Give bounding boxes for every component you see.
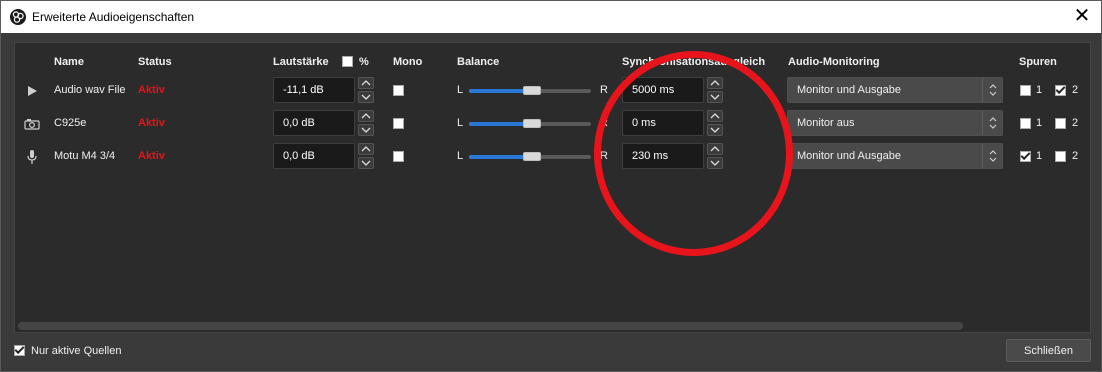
- track-2-checkbox[interactable]: [1055, 85, 1066, 96]
- window-title: Erweiterte Audioeigenschaften: [32, 10, 195, 24]
- track-1-checkbox[interactable]: [1020, 85, 1031, 96]
- column-header-audio-monitoring: Audio-Monitoring: [788, 56, 880, 68]
- updown-chevron-icon: [982, 144, 1002, 168]
- track-1-label: 1: [1036, 150, 1043, 162]
- stepper-down-icon[interactable]: [358, 157, 374, 169]
- balance-right-label: R: [600, 84, 608, 96]
- sync-offset-stepper[interactable]: [707, 143, 723, 169]
- sync-offset-input[interactable]: 5000 ms: [622, 77, 704, 103]
- column-header-sync-offset: Synchronisationsausgleich: [622, 56, 766, 68]
- volume-input[interactable]: 0,0 dB: [273, 143, 355, 169]
- sync-offset-stepper[interactable]: [707, 110, 723, 136]
- balance-right-label: R: [600, 150, 608, 162]
- close-button[interactable]: Schließen: [1006, 339, 1091, 362]
- stepper-up-icon[interactable]: [707, 77, 723, 89]
- track-1-checkbox[interactable]: [1020, 118, 1031, 129]
- stepper-down-icon[interactable]: [707, 91, 723, 103]
- balance-left-label: L: [457, 84, 464, 96]
- stepper-down-icon[interactable]: [358, 91, 374, 103]
- stepper-up-icon[interactable]: [707, 110, 723, 122]
- volume-stepper[interactable]: [358, 77, 374, 103]
- stepper-down-icon[interactable]: [358, 124, 374, 136]
- monitoring-select-value: Monitor aus: [797, 117, 855, 129]
- slider-handle[interactable]: [523, 86, 541, 95]
- volume-stepper[interactable]: [358, 143, 374, 169]
- stepper-up-icon[interactable]: [707, 143, 723, 155]
- source-name: Motu M4 3/4: [54, 150, 116, 162]
- stepper-up-icon[interactable]: [358, 143, 374, 155]
- column-header-balance: Balance: [457, 56, 500, 68]
- track-2-label: 2: [1072, 150, 1079, 162]
- stepper-up-icon[interactable]: [358, 110, 374, 122]
- play-icon: [24, 83, 40, 99]
- volume-stepper[interactable]: [358, 110, 374, 136]
- updown-chevron-icon: [982, 111, 1002, 135]
- volume-percent-checkbox[interactable]: [342, 56, 353, 67]
- title-bar: Erweiterte Audioeigenschaften ✕: [1, 1, 1101, 33]
- status-badge: Aktiv: [138, 84, 165, 96]
- sync-offset-input[interactable]: 0 ms: [622, 110, 704, 136]
- track-2-checkbox[interactable]: [1055, 151, 1066, 162]
- column-header-volume: Lautstärke: [273, 56, 329, 68]
- camera-icon: [24, 116, 40, 132]
- updown-chevron-icon: [982, 78, 1002, 102]
- volume-input[interactable]: -11,1 dB: [273, 77, 355, 103]
- column-header-tracks: Spuren: [1019, 56, 1057, 68]
- balance-left-label: L: [457, 150, 464, 162]
- monitoring-select[interactable]: Monitor und Ausgabe: [787, 143, 1003, 169]
- slider-handle[interactable]: [523, 119, 541, 128]
- only-active-sources-label: Nur aktive Quellen: [31, 345, 122, 357]
- track-1-label: 1: [1036, 117, 1043, 129]
- sync-offset-stepper[interactable]: [707, 77, 723, 103]
- monitoring-select[interactable]: Monitor aus: [787, 110, 1003, 136]
- track-1-checkbox[interactable]: [1020, 151, 1031, 162]
- track-2-checkbox[interactable]: [1055, 118, 1066, 129]
- balance-slider[interactable]: [469, 152, 591, 161]
- track-2-label: 2: [1072, 84, 1079, 96]
- balance-right-label: R: [600, 117, 608, 129]
- microphone-icon: [24, 149, 40, 165]
- balance-slider[interactable]: [469, 119, 591, 128]
- column-header-status: Status: [138, 56, 172, 68]
- sync-offset-input[interactable]: 230 ms: [622, 143, 704, 169]
- window-close-icon[interactable]: ✕: [1071, 5, 1093, 27]
- stepper-down-icon[interactable]: [707, 124, 723, 136]
- slider-handle[interactable]: [523, 152, 541, 161]
- column-header-mono: Mono: [393, 56, 423, 68]
- monitoring-select-value: Monitor und Ausgabe: [797, 84, 901, 96]
- stepper-down-icon[interactable]: [707, 157, 723, 169]
- volume-input[interactable]: 0,0 dB: [273, 110, 355, 136]
- stepper-up-icon[interactable]: [358, 77, 374, 89]
- mono-checkbox[interactable]: [393, 151, 404, 162]
- horizontal-scrollbar[interactable]: [18, 322, 963, 330]
- column-header-percent: %: [359, 56, 369, 68]
- status-badge: Aktiv: [138, 117, 165, 129]
- obs-logo-icon: [10, 9, 26, 25]
- monitoring-select-value: Monitor und Ausgabe: [797, 150, 901, 162]
- source-name: Audio wav File: [54, 84, 126, 96]
- status-badge: Aktiv: [138, 150, 165, 162]
- column-header-name: Name: [54, 56, 84, 68]
- audio-properties-window: Erweiterte Audioeigenschaften ✕ Name Sta…: [0, 0, 1102, 372]
- sources-table: Name Status Lautstärke % Mono Balance Sy…: [14, 42, 1091, 333]
- monitoring-select[interactable]: Monitor und Ausgabe: [787, 77, 1003, 103]
- source-name: C925e: [54, 117, 87, 129]
- track-2-label: 2: [1072, 117, 1079, 129]
- balance-slider[interactable]: [469, 86, 591, 95]
- mono-checkbox[interactable]: [393, 118, 404, 129]
- track-1-label: 1: [1036, 84, 1043, 96]
- balance-left-label: L: [457, 117, 464, 129]
- mono-checkbox[interactable]: [393, 85, 404, 96]
- only-active-sources-checkbox[interactable]: [14, 345, 25, 356]
